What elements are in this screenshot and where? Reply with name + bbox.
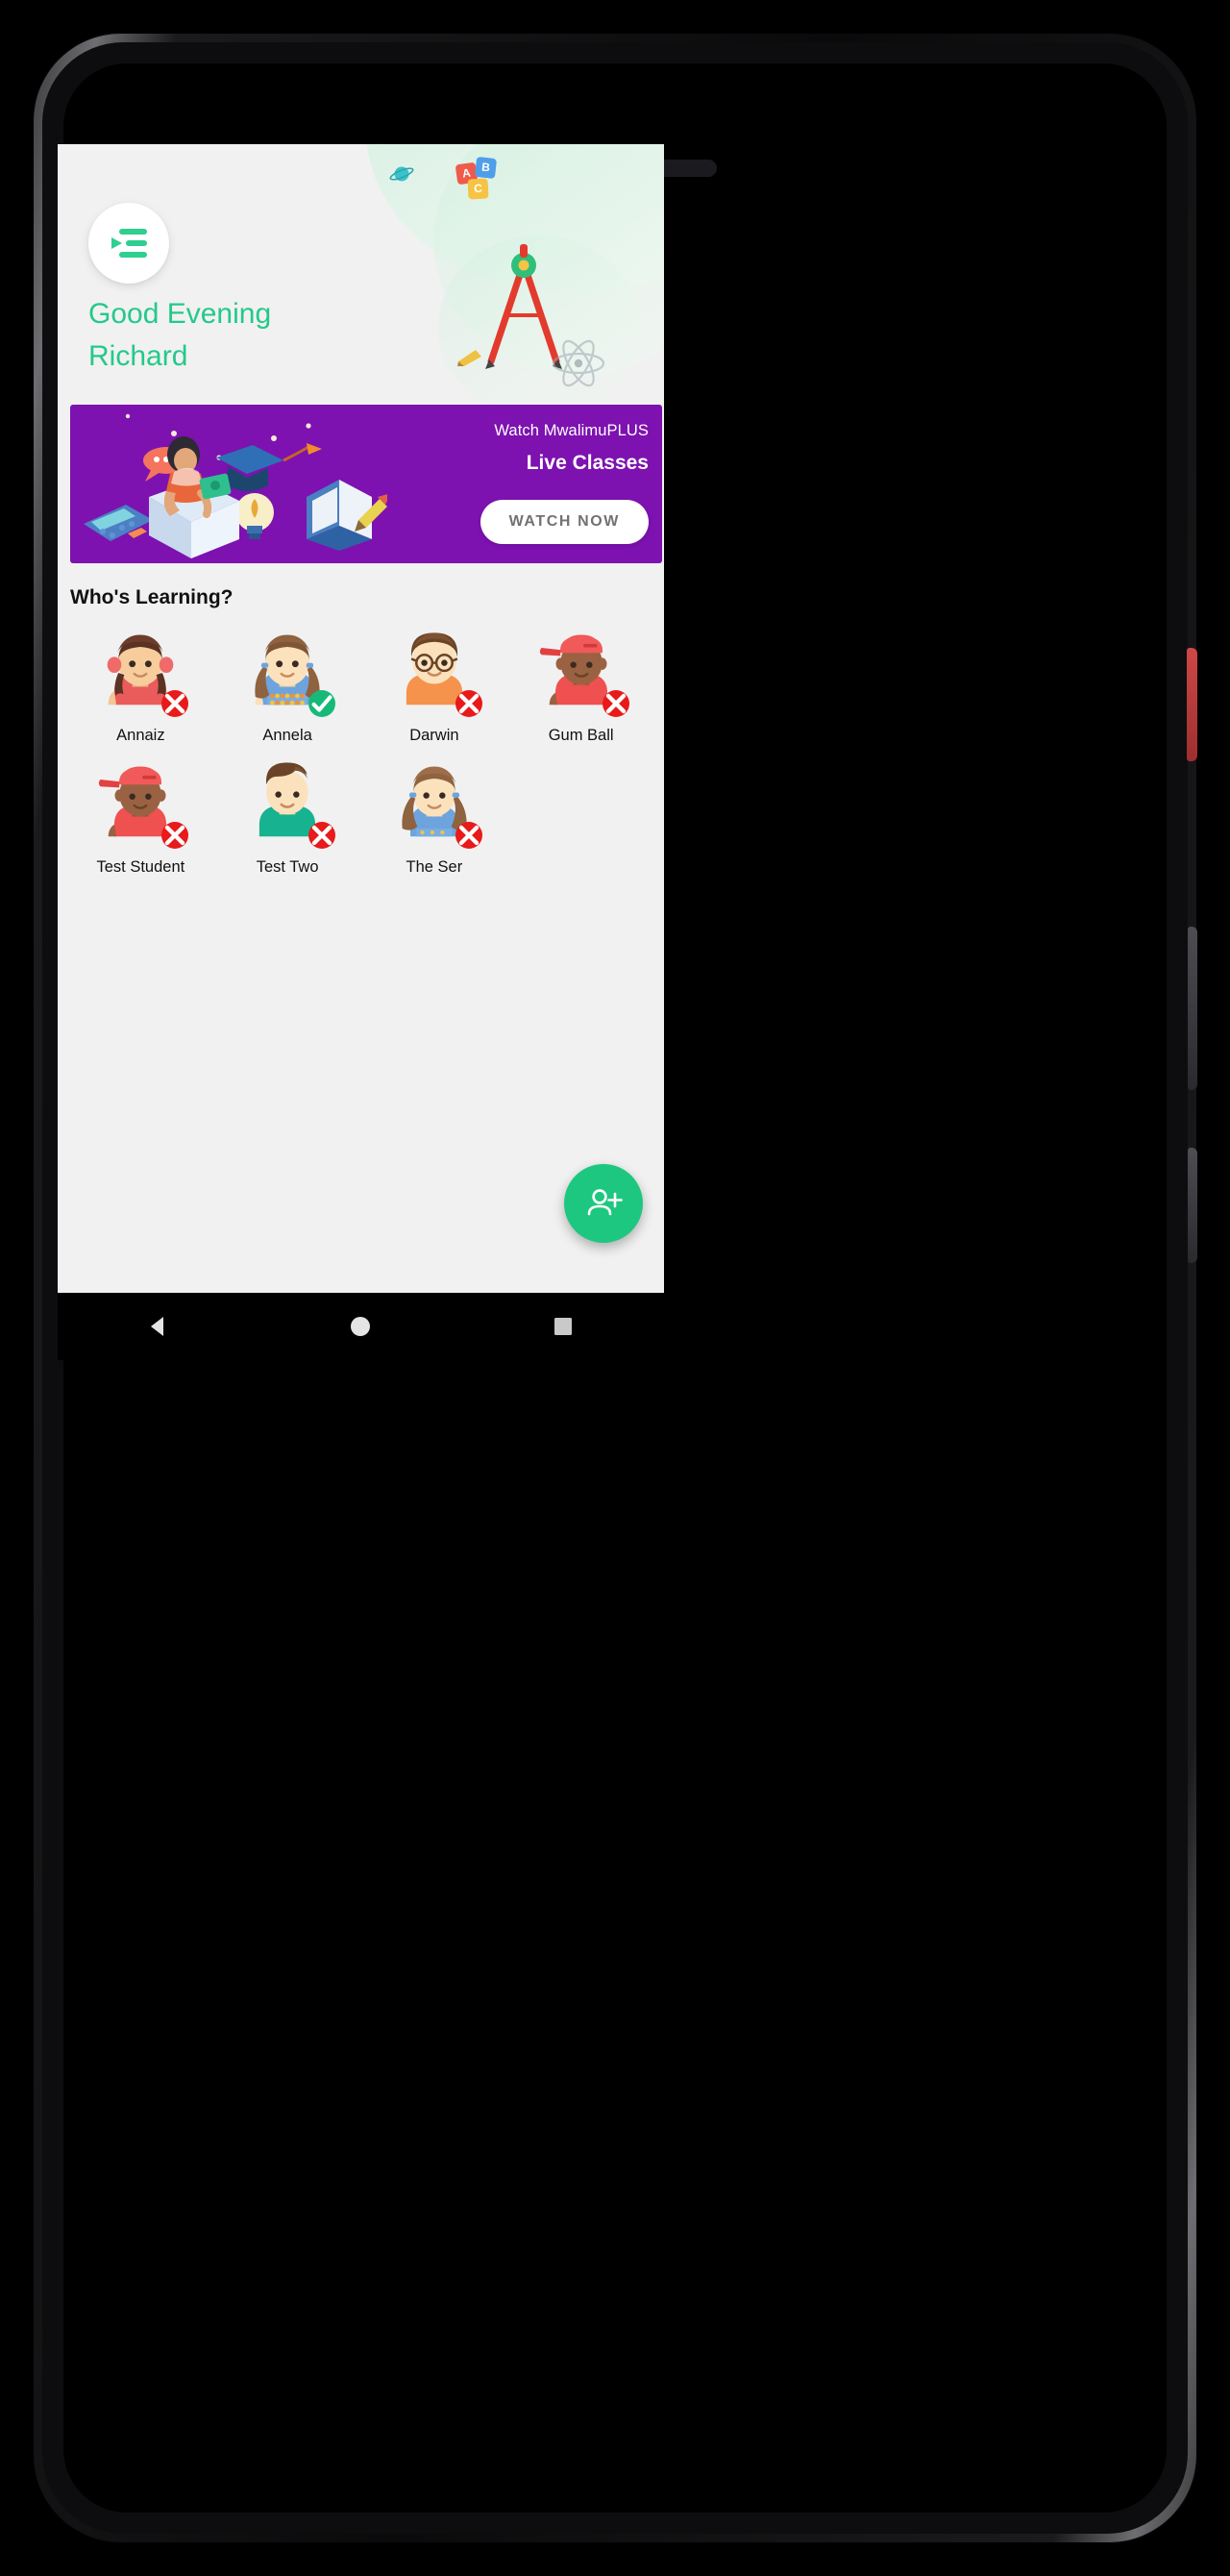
student-card-gum-ball[interactable]: Gum Ball	[507, 617, 654, 745]
planet-icon	[389, 166, 414, 182]
status-badge[interactable]	[161, 690, 189, 717]
status-badge[interactable]	[308, 822, 336, 849]
atom-icon	[552, 339, 605, 387]
status-badge[interactable]	[602, 690, 629, 717]
promo-banner[interactable]: Watch MwalimuPLUS Live Classes WATCH NOW	[70, 405, 662, 563]
page-title: Who's Learning?	[70, 586, 234, 608]
greeting-text: Good Evening Richard	[88, 293, 377, 377]
student-card-annaiz[interactable]: Annaiz	[67, 617, 214, 745]
promo-illustration	[84, 413, 387, 558]
avatar	[90, 623, 190, 723]
student-grid: Annaiz Annela Darwin Gum Ball Test Stude…	[58, 617, 664, 877]
status-badge[interactable]	[455, 822, 482, 849]
volume-button[interactable]	[1187, 648, 1197, 761]
student-card-annela[interactable]: Annela	[214, 617, 361, 745]
person-add-icon	[587, 1189, 623, 1216]
student-card-darwin[interactable]: Darwin	[361, 617, 508, 745]
menu-open-icon	[111, 229, 147, 258]
greeting-line-2: Richard	[88, 339, 188, 372]
student-name: Darwin	[409, 727, 459, 744]
greeting-line-1: Good Evening	[88, 298, 272, 330]
status-badge[interactable]	[161, 822, 189, 849]
close-icon	[165, 825, 185, 846]
avatar	[237, 623, 337, 723]
abc-block-b: B	[474, 156, 498, 180]
student-card-test-two[interactable]: Test Two	[214, 749, 361, 877]
add-student-button[interactable]	[564, 1164, 643, 1243]
home-circle-icon[interactable]	[346, 1312, 375, 1341]
student-name: Annela	[262, 727, 312, 744]
status-badge[interactable]	[455, 690, 482, 717]
avatar	[384, 755, 484, 855]
pencil-icon	[457, 350, 481, 366]
abc-block-c: C	[467, 178, 489, 200]
recents-square-icon[interactable]	[549, 1312, 578, 1341]
student-card-the-ser[interactable]: The Ser	[361, 749, 508, 877]
side-button-secondary[interactable]	[1188, 1148, 1197, 1263]
student-name: The Ser	[406, 858, 463, 876]
promo-subtitle: Watch MwalimuPLUS	[494, 422, 649, 439]
avatar	[531, 623, 631, 723]
app-screen: A B C Good Evening Richard Watch Mwalimu…	[58, 144, 664, 1293]
check-icon	[311, 695, 332, 712]
promo-text-block: Watch MwalimuPLUS Live Classes	[494, 422, 649, 475]
android-navigation-bar	[58, 1293, 664, 1360]
menu-open-button[interactable]	[88, 203, 169, 284]
close-icon	[605, 693, 626, 714]
power-button[interactable]	[1188, 927, 1197, 1090]
hero-header: A B C Good Evening Richard	[58, 144, 664, 405]
close-icon	[458, 825, 480, 846]
student-name: Annaiz	[116, 727, 165, 744]
avatar	[237, 755, 337, 855]
back-triangle-icon[interactable]	[144, 1312, 173, 1341]
promo-title: Live Classes	[526, 452, 649, 474]
close-icon	[311, 825, 332, 846]
close-icon	[458, 693, 480, 714]
watch-now-button[interactable]: WATCH NOW	[480, 500, 649, 544]
student-card-test-student[interactable]: Test Student	[67, 749, 214, 877]
avatar	[90, 755, 190, 855]
avatar	[384, 623, 484, 723]
status-badge[interactable]	[308, 690, 336, 717]
close-icon	[165, 693, 185, 714]
